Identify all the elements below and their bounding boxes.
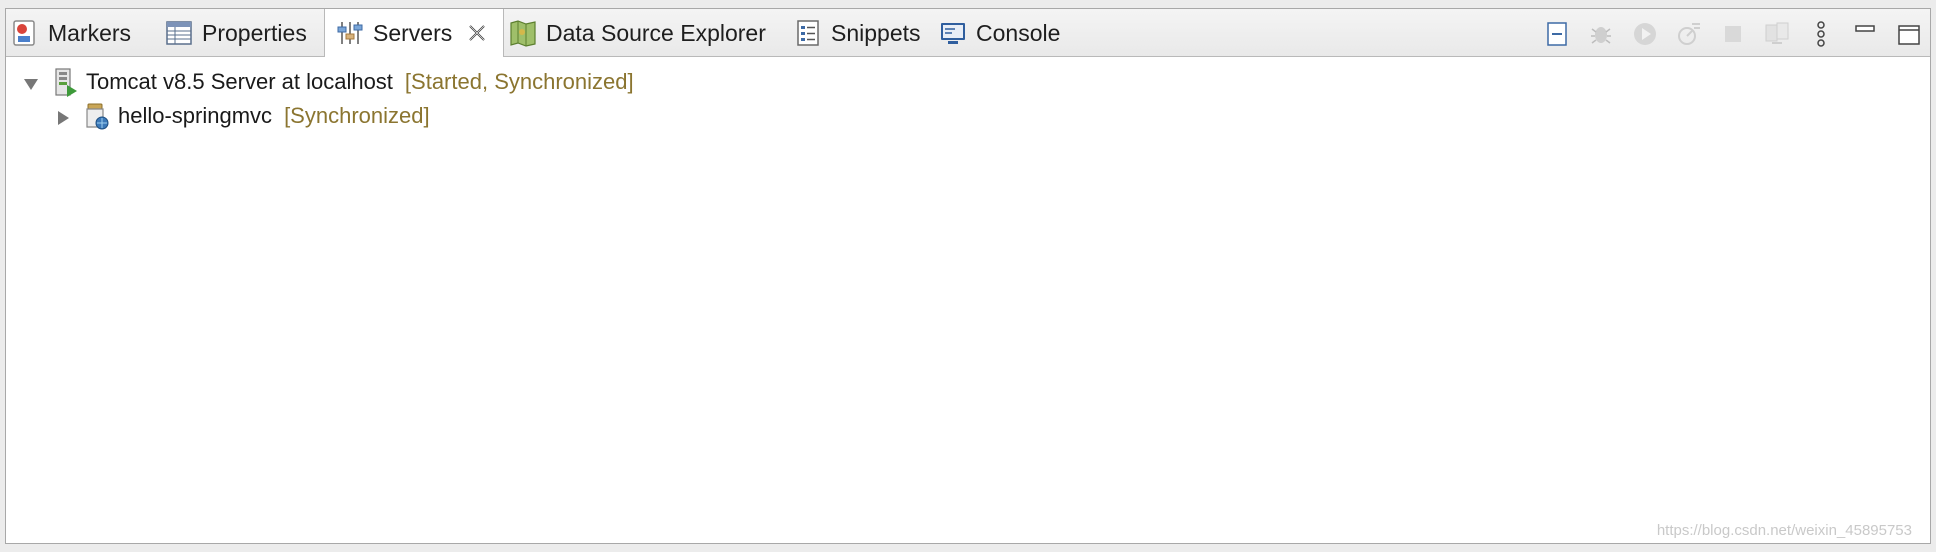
tab-label: Snippets	[831, 20, 921, 46]
collapsed-triangle-icon[interactable]	[54, 107, 72, 125]
tree-row-hello-springmvc[interactable]: hello-springmvc [Synchronized]	[54, 99, 430, 133]
view-tab-bar: Markers Properties Servers Data Source E…	[6, 9, 1930, 57]
tab-label: Data Source Explorer	[546, 20, 766, 46]
web-module-icon	[82, 101, 112, 131]
debug-server-icon[interactable]	[1586, 19, 1616, 49]
stop-server-icon[interactable]	[1718, 19, 1748, 49]
view-menu-icon[interactable]	[1806, 19, 1836, 49]
tab-servers[interactable]: Servers	[324, 9, 504, 57]
expanded-triangle-icon[interactable]	[22, 73, 40, 91]
server-status: [Started, Synchronized]	[404, 69, 634, 94]
server-name: Tomcat v8.5 Server at localhost	[86, 69, 393, 94]
tab-data-source-explorer[interactable]: Data Source Explorer	[508, 9, 766, 57]
tree-row-tomcat-server[interactable]: Tomcat v8.5 Server at localhost [Started…	[22, 65, 634, 99]
module-name: hello-springmvc	[118, 103, 273, 128]
view-toolbar	[1528, 17, 1924, 51]
tab-markers[interactable]: Markers	[10, 9, 131, 57]
maximize-icon[interactable]	[1894, 19, 1924, 49]
publish-icon[interactable]	[1762, 19, 1792, 49]
module-status: [Synchronized]	[284, 103, 430, 128]
tab-label: Properties	[202, 20, 307, 46]
snippets-icon	[793, 18, 823, 48]
watermark-text: https://blog.csdn.net/weixin_45895753	[1656, 522, 1912, 539]
tab-properties[interactable]: Properties	[164, 9, 307, 57]
collapse-all-icon[interactable]	[1542, 19, 1572, 49]
tab-label: Markers	[48, 20, 132, 46]
markers-icon	[10, 18, 40, 48]
servers-icon	[335, 18, 365, 48]
tab-label: Servers	[373, 20, 453, 46]
console-icon	[938, 18, 968, 48]
tab-snippets[interactable]: Snippets	[793, 9, 921, 57]
datasource-icon	[508, 18, 538, 48]
start-server-icon[interactable]	[1630, 19, 1660, 49]
tab-label: Console	[976, 20, 1061, 46]
tab-console[interactable]: Console	[938, 9, 1060, 57]
server-started-icon	[50, 67, 80, 97]
minimize-icon[interactable]	[1850, 19, 1880, 49]
properties-icon	[164, 18, 194, 48]
servers-view-panel: Markers Properties Servers Data Source E…	[5, 8, 1931, 544]
close-tab-icon[interactable]	[466, 22, 488, 44]
profile-server-icon[interactable]	[1674, 19, 1704, 49]
